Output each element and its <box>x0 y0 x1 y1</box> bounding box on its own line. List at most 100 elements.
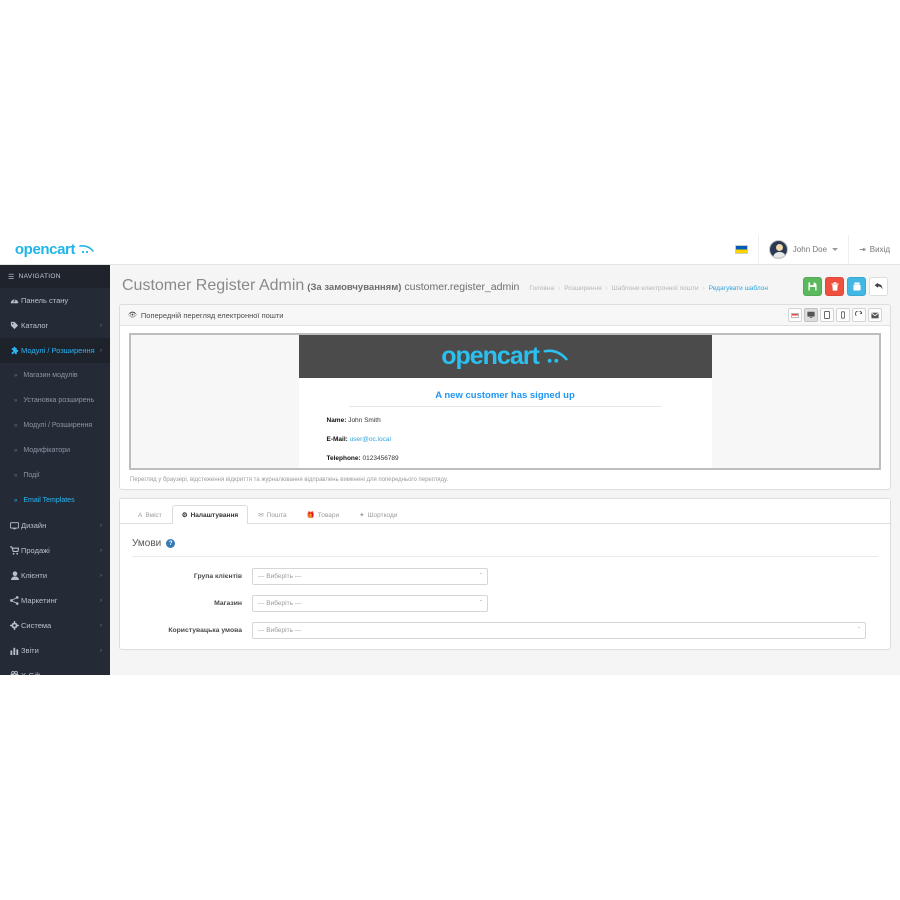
sidebar-subitem-events[interactable]: » Події <box>0 463 110 488</box>
field-label: Магазин <box>214 600 242 607</box>
sidebar-subitem-installer[interactable]: » Установка розширень <box>0 388 110 413</box>
sidebar-item-customers[interactable]: Клієнти › <box>0 563 110 588</box>
custom-condition-select[interactable]: --- Виберіть --- ˇ <box>252 622 866 639</box>
chevron-right-icon: › <box>100 322 102 329</box>
sidebar-subitem-marketplace[interactable]: » Магазин модулів <box>0 363 110 388</box>
tab-shortcodes[interactable]: ✦ Шорткоди <box>349 505 407 524</box>
sidebar-item-sales[interactable]: Продажі › <box>0 538 110 563</box>
opencart-admin-window: opencart John Doe ⇥ Вихід ☰ NAVIGATION П… <box>0 235 900 675</box>
email-preview-viewport: opencart A new customer has signed up Na… <box>131 335 879 468</box>
desktop-view-button[interactable] <box>804 308 818 322</box>
logout-button[interactable]: ⇥ Вихід <box>848 235 900 265</box>
sidebar-nav-header[interactable]: ☰ NAVIGATION <box>0 265 110 288</box>
chevron-double-right-icon: » <box>14 372 18 379</box>
page-actions <box>803 277 888 296</box>
chevron-down-icon: ˇ <box>480 600 482 607</box>
ukraine-flag-icon[interactable] <box>734 245 748 254</box>
avatar <box>768 240 788 259</box>
language-flag-button[interactable] <box>788 308 802 322</box>
email-content: A new customer has signed up Name: John … <box>299 378 712 468</box>
sidebar: ☰ NAVIGATION Панель стану Каталог › Моду… <box>0 265 110 675</box>
sidebar-item-x-gift[interactable]: X-Gift <box>0 663 110 675</box>
breadcrumb-email-templates[interactable]: Шаблони електронної пошти <box>612 285 699 292</box>
email-body: opencart A new customer has signed up Na… <box>298 335 712 468</box>
email-field-label: E-Mail: <box>326 436 348 443</box>
breadcrumb-extensions[interactable]: Розширення <box>564 285 601 292</box>
chevron-double-right-icon: » <box>14 397 18 404</box>
chart-bar-icon <box>8 646 21 655</box>
sidebar-item-dashboard[interactable]: Панель стану <box>0 288 110 313</box>
select-value: --- Виберіть --- <box>258 573 302 580</box>
breadcrumb-edit-template[interactable]: Редагувати шаблон <box>709 285 768 292</box>
user-menu[interactable]: John Doe <box>757 235 848 265</box>
tab-settings[interactable]: ⚙ Налаштування <box>171 505 249 524</box>
chevron-right-icon: › <box>100 572 102 579</box>
editor-tabs: A Вміст ⚙ Налаштування ✉ Пошта 🎁 Товари <box>120 499 890 524</box>
sidebar-item-system[interactable]: Система › <box>0 613 110 638</box>
breadcrumb-separator: › <box>558 284 561 292</box>
chevron-double-right-icon: » <box>14 472 18 479</box>
sidebar-subitem-modifications[interactable]: » Модифікатори <box>0 438 110 463</box>
copy-button[interactable] <box>847 277 866 296</box>
save-button[interactable] <box>803 277 822 296</box>
tab-label: Пошта <box>266 511 287 519</box>
form-legend-label: Умови <box>132 538 162 549</box>
field-store: Магазин --- Виберіть --- ˇ <box>132 595 878 612</box>
envelope-icon: ✉ <box>258 512 264 519</box>
email-logo-text: opencart <box>441 342 540 370</box>
mobile-view-button[interactable] <box>836 308 850 322</box>
email-field-value: John Smith <box>348 417 381 424</box>
email-field-email: E-Mail: user@oc.local <box>327 436 684 443</box>
sidebar-subitem-extensions[interactable]: » Модулі / Розширення <box>0 413 110 438</box>
sidebar-item-reports[interactable]: Звіти › <box>0 638 110 663</box>
back-button[interactable] <box>869 277 888 296</box>
brand-logo[interactable]: opencart <box>0 235 110 265</box>
sidebar-item-catalog[interactable]: Каталог › <box>0 313 110 338</box>
tablet-view-button[interactable] <box>820 308 834 322</box>
gear-icon <box>8 621 21 630</box>
email-field-value-link[interactable]: user@oc.local <box>350 436 391 443</box>
sidebar-item-design[interactable]: Дизайн › <box>0 513 110 538</box>
email-logo: opencart <box>441 342 569 371</box>
preview-note: Перегляд у браузері, відстеження відкрит… <box>130 477 449 483</box>
email-heading: A new customer has signed up <box>348 390 662 407</box>
refresh-button[interactable] <box>852 308 866 322</box>
sidebar-item-marketing[interactable]: Маркетинг › <box>0 588 110 613</box>
sidebar-item-label: Маркетинг <box>21 596 58 605</box>
send-test-email-button[interactable] <box>868 308 882 322</box>
sidebar-item-label: Звіти <box>21 646 39 655</box>
logout-icon: ⇥ <box>859 245 866 254</box>
field-custom-condition: Користувацька умова --- Виберіть --- ˇ <box>132 622 878 639</box>
user-name: John Doe <box>792 245 828 254</box>
breadcrumb: Головна › Розширення › Шаблони електронн… <box>529 285 768 292</box>
email-preview-title: Попередній перегляд електронної пошти <box>140 310 284 320</box>
tab-label: Шорткоди <box>367 511 398 519</box>
dashboard-icon <box>8 297 21 305</box>
tab-mail[interactable]: ✉ Пошта <box>248 505 296 524</box>
chevron-double-right-icon: » <box>14 447 18 454</box>
sidebar-item-extensions[interactable]: Модулі / Розширення › <box>0 338 110 363</box>
help-question-icon[interactable]: ? <box>166 539 176 548</box>
monitor-icon <box>8 521 21 530</box>
sidebar-nav-header-label: NAVIGATION <box>18 273 61 280</box>
sidebar-subitem-label: Магазин модулів <box>23 372 78 379</box>
breadcrumb-home[interactable]: Головна <box>529 285 554 292</box>
page-title-text: Customer Register Admin <box>122 276 305 294</box>
customer-group-select[interactable]: --- Виберіть --- ˇ <box>252 568 488 585</box>
tab-label: Товари <box>317 511 340 519</box>
chevron-right-icon: › <box>100 622 102 629</box>
field-label: Група клієнтів <box>193 573 242 580</box>
tab-content[interactable]: A Вміст <box>128 506 172 524</box>
chevron-down-icon: ˇ <box>480 573 482 580</box>
puzzle-icon <box>8 346 21 355</box>
tab-label: Вміст <box>145 512 162 519</box>
sidebar-item-label: Система <box>21 621 52 630</box>
top-bar-right: John Doe ⇥ Вихід <box>734 235 900 265</box>
sidebar-subitem-email-templates[interactable]: » Email Templates <box>0 488 110 513</box>
wrench-icon: ⚙ <box>181 512 188 519</box>
chevron-double-right-icon: » <box>14 422 18 429</box>
delete-button[interactable] <box>825 277 844 296</box>
tab-products[interactable]: 🎁 Товари <box>297 505 349 524</box>
store-select[interactable]: --- Виберіть --- ˇ <box>252 595 488 612</box>
chevron-right-icon: › <box>100 522 102 529</box>
